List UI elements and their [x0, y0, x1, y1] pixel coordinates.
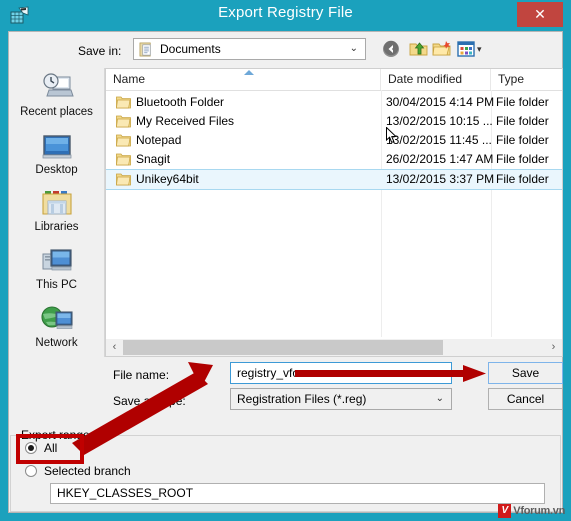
- documents-folder-icon: [139, 42, 151, 57]
- folder-icon: [116, 115, 131, 128]
- sidebar-item-label: Network: [35, 337, 78, 349]
- file-type: File folder: [496, 133, 549, 147]
- folder-icon: [116, 173, 131, 186]
- folder-icon: [116, 153, 131, 166]
- save-as-type-combobox[interactable]: Registration Files (*.reg) ⌄: [230, 388, 452, 410]
- file-list-body: Bluetooth Folder 30/04/2015 4:14 PM File…: [106, 90, 562, 337]
- save-in-combobox[interactable]: Documents ⌄: [133, 38, 366, 60]
- this-pc-icon: [42, 249, 72, 271]
- file-type: File folder: [496, 152, 549, 166]
- file-name-input[interactable]: registry_vforum ⌄: [230, 362, 452, 384]
- desktop-icon: [42, 135, 71, 159]
- file-type: File folder: [496, 172, 549, 186]
- up-folder-icon[interactable]: [409, 39, 429, 59]
- file-list-header: Name Date modified Type: [106, 69, 562, 91]
- table-row[interactable]: Notepad 13/02/2015 11:45 ... File folder: [106, 131, 562, 150]
- highlight-box-all-option: [16, 434, 84, 464]
- sidebar-item-network[interactable]: Network: [9, 304, 104, 361]
- network-icon: [40, 306, 73, 329]
- file-list-view[interactable]: Name Date modified Type Bluetooth Folder…: [105, 68, 563, 357]
- file-date-modified: 30/04/2015 4:14 PM: [386, 95, 495, 109]
- watermark-text: Vforum.vn: [513, 504, 565, 517]
- sidebar-item-label: Desktop: [35, 164, 78, 176]
- mouse-cursor: [386, 127, 397, 144]
- chevron-down-icon: ⌄: [435, 393, 444, 404]
- file-date-modified: 13/02/2015 11:45 ...: [386, 133, 492, 147]
- folder-icon: [116, 96, 131, 109]
- radio-label: Selected branch: [44, 464, 131, 478]
- views-icon[interactable]: [456, 39, 476, 59]
- scrollbar-thumb[interactable]: [123, 340, 443, 355]
- folder-icon: [116, 134, 131, 147]
- window-title: Export Registry File: [218, 4, 353, 21]
- selected-branch-input[interactable]: HKEY_CLASSES_ROOT: [50, 483, 545, 504]
- sidebar-item-recent-places[interactable]: Recent places: [9, 73, 104, 130]
- table-row[interactable]: My Received Files 13/02/2015 10:15 ... F…: [106, 112, 562, 131]
- file-type: File folder: [496, 95, 549, 109]
- new-folder-icon[interactable]: [432, 39, 452, 59]
- scroll-left-icon[interactable]: ‹: [106, 339, 123, 356]
- file-name: Unikey64bit: [136, 172, 199, 186]
- sidebar-item-libraries[interactable]: Libraries: [9, 188, 104, 245]
- file-name: My Received Files: [136, 114, 235, 128]
- table-row[interactable]: Unikey64bit 13/02/2015 3:37 PM File fold…: [106, 169, 562, 190]
- file-date-modified: 26/02/2015 1:47 AM: [386, 152, 494, 166]
- save-button[interactable]: Save: [488, 362, 563, 384]
- save-as-type-label: Save as type:: [113, 394, 186, 408]
- close-button[interactable]: ✕: [517, 2, 563, 27]
- file-name: Notepad: [136, 133, 182, 147]
- chevron-down-icon[interactable]: ⌄: [437, 367, 445, 378]
- radio-unselected-icon: [25, 465, 37, 477]
- file-name-value: registry_vforum: [237, 366, 320, 380]
- sidebar-item-label: Libraries: [34, 221, 79, 233]
- horizontal-scrollbar[interactable]: ‹ ›: [106, 339, 562, 356]
- sidebar-item-desktop[interactable]: Desktop: [9, 131, 104, 188]
- file-date-modified: 13/02/2015 10:15 ...: [386, 114, 493, 128]
- save-in-value: Documents: [160, 42, 221, 56]
- watermark-mark: V: [498, 503, 512, 518]
- scroll-right-icon[interactable]: ›: [545, 339, 562, 356]
- column-header-date-modified[interactable]: Date modified: [381, 69, 491, 90]
- table-row[interactable]: Snagit 26/02/2015 1:47 AM File folder: [106, 150, 562, 169]
- places-bar: Recent places Desktop Libraries This PC …: [9, 68, 105, 357]
- cancel-button[interactable]: Cancel: [488, 388, 563, 410]
- file-date-modified: 13/02/2015 3:37 PM: [386, 172, 495, 186]
- file-name: Bluetooth Folder: [136, 95, 225, 109]
- libraries-icon: [41, 191, 72, 215]
- recent-places-icon: [42, 73, 74, 97]
- selected-branch-value: HKEY_CLASSES_ROOT: [57, 486, 194, 500]
- save-as-type-value: Registration Files (*.reg): [237, 392, 367, 406]
- sort-ascending-icon: [244, 70, 254, 75]
- file-type: File folder: [496, 114, 549, 128]
- table-row[interactable]: Bluetooth Folder 30/04/2015 4:14 PM File…: [106, 93, 562, 112]
- sidebar-item-this-pc[interactable]: This PC: [9, 246, 104, 303]
- close-icon: ✕: [534, 6, 546, 23]
- file-name-label: File name:: [113, 368, 170, 382]
- title-bar: Export Registry File ✕: [0, 0, 571, 31]
- file-name: Snagit: [136, 152, 171, 166]
- views-chevron-down-icon[interactable]: ▾: [477, 44, 482, 55]
- chevron-down-icon: ⌄: [349, 43, 358, 54]
- watermark: V Vforum.vn: [498, 503, 565, 518]
- export-registry-file-dialog: Export Registry File ✕ Save in: Document…: [0, 0, 571, 521]
- save-in-label: Save in:: [78, 44, 122, 58]
- column-header-type[interactable]: Type: [491, 69, 562, 90]
- sidebar-item-label: This PC: [36, 279, 77, 291]
- sidebar-item-label: Recent places: [20, 106, 93, 118]
- back-arrow-icon[interactable]: [381, 39, 401, 59]
